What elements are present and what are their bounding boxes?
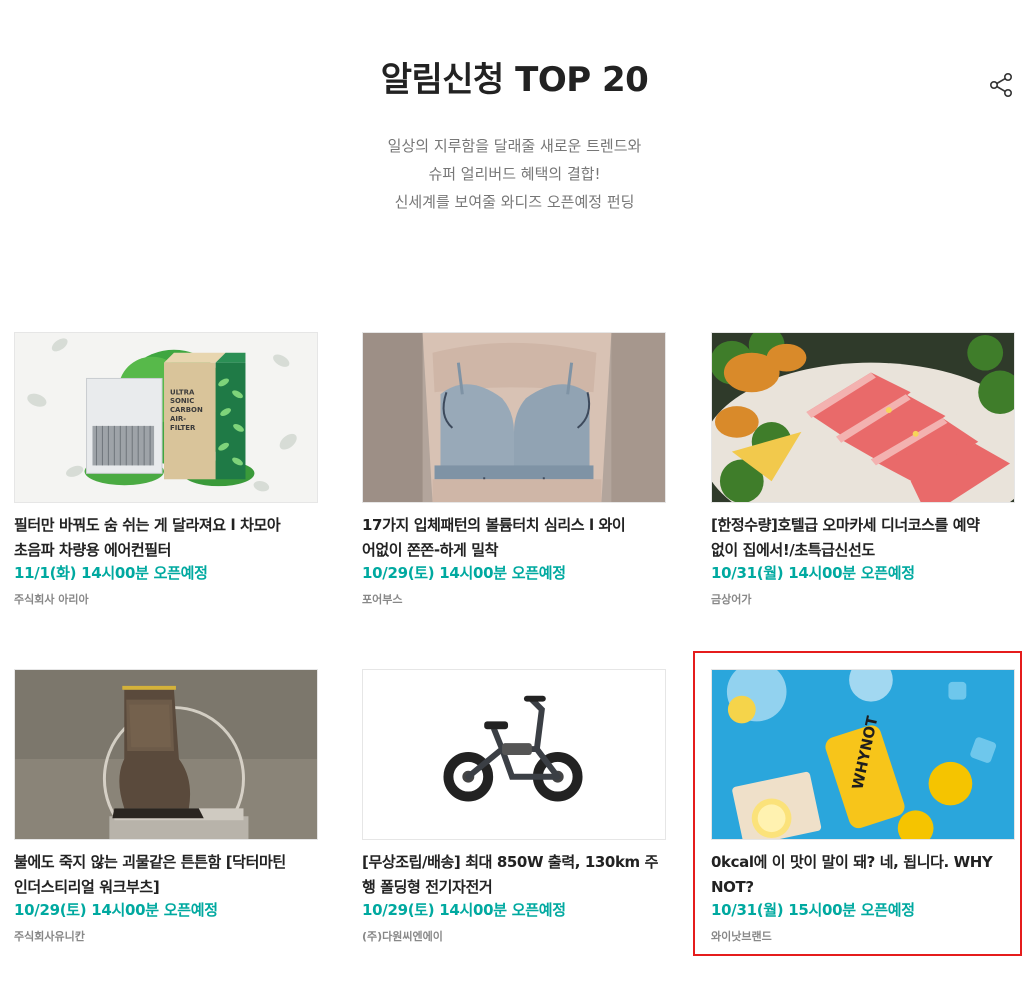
product-label-text: FILTER [170, 424, 196, 432]
funding-card[interactable]: 불에도 죽지 않는 괴물같은 튼튼함 [닥터마틴 인더스티리얼 워크부츠] 10… [14, 669, 318, 949]
card-title-line: 어없이 쫀쫀-하게 밀착 [362, 541, 499, 559]
product-label-text: AIR- [170, 415, 186, 423]
card-title-line: 필터만 바꿔도 숨 쉬는 게 달라져요 l 차모아 [14, 516, 281, 534]
card-title[interactable]: 불에도 죽지 않는 괴물같은 튼튼함 [닥터마틴 인더스티리얼 워크부츠] [14, 850, 318, 900]
open-schedule: 10/29(토) 14시00분 오픈예정 [362, 901, 566, 919]
card-thumbnail[interactable] [362, 332, 666, 503]
maker-name: 포어부스 [362, 593, 403, 606]
open-schedule: 10/29(토) 14시00분 오픈예정 [14, 901, 218, 919]
product-label-text: CARBON [170, 406, 203, 414]
page-header: 알림신청 TOP 20 일상의 지루함을 달래줄 새로운 트렌드와 슈퍼 얼리버… [0, 0, 1029, 260]
maker-name: 와이낫브랜드 [711, 930, 772, 943]
card-thumbnail[interactable]: WHYNOT [711, 669, 1015, 840]
card-title-line: 불에도 죽지 않는 괴물같은 튼튼함 [닥터마틴 [14, 853, 286, 871]
funding-card[interactable]: ULTRA SONIC CARBON AIR- FILTER 필터만 바꿔도 숨… [14, 332, 318, 612]
subtitle-line: 신세계를 보여줄 와디즈 오픈예정 펀딩 [394, 193, 635, 211]
card-title[interactable]: [한정수량]호텔급 오마카세 디너코스를 예약 없이 집에서!/초특급신선도 [711, 513, 1015, 563]
card-thumbnail[interactable] [711, 332, 1015, 503]
maker-name: 주식회사 아리아 [14, 593, 89, 606]
card-title[interactable]: [무상조립/배송] 최대 850W 출력, 130km 주 행 폴딩형 전기자전… [362, 850, 666, 900]
card-title-line: 17가지 입체패턴의 볼륨터치 심리스 l 와이 [362, 516, 626, 534]
funding-card[interactable]: [한정수량]호텔급 오마카세 디너코스를 예약 없이 집에서!/초특급신선도 1… [711, 332, 1015, 612]
subtitle-line: 일상의 지루함을 달래줄 새로운 트렌드와 [387, 137, 642, 155]
card-title-line: 없이 집에서!/초특급신선도 [711, 541, 875, 559]
funding-card[interactable]: WHYNOT 0kcal에 이 맛이 말이 돼? 네, 됩니다. WHY NOT… [711, 669, 1015, 949]
maker-name: (주)다원씨엔에이 [362, 930, 443, 943]
open-schedule: 10/31(월) 14시00분 오픈예정 [711, 564, 915, 582]
open-schedule: 10/29(토) 14시00분 오픈예정 [362, 564, 566, 582]
card-title-line: NOT? [711, 878, 754, 896]
maker-name: 금상어가 [711, 593, 752, 606]
card-thumbnail[interactable] [362, 669, 666, 840]
page-subtitle: 일상의 지루함을 달래줄 새로운 트렌드와 슈퍼 얼리버드 혜택의 결합! 신세… [0, 132, 1029, 216]
card-title[interactable]: 필터만 바꿔도 숨 쉬는 게 달라져요 l 차모아 초음파 차량용 에어컨필터 [14, 513, 318, 563]
share-icon[interactable] [988, 72, 1014, 98]
card-thumbnail[interactable] [14, 669, 318, 840]
card-title-line: 인더스티리얼 워크부츠] [14, 878, 160, 896]
funding-card[interactable]: [무상조립/배송] 최대 850W 출력, 130km 주 행 폴딩형 전기자전… [362, 669, 666, 949]
card-title-line: [한정수량]호텔급 오마카세 디너코스를 예약 [711, 516, 980, 534]
card-title-line: 행 폴딩형 전기자전거 [362, 878, 493, 896]
card-title-line: [무상조립/배송] 최대 850W 출력, 130km 주 [362, 853, 658, 871]
subtitle-line: 슈퍼 얼리버드 혜택의 결합! [428, 165, 601, 183]
maker-name: 주식회사유니칸 [14, 930, 85, 943]
card-title[interactable]: 0kcal에 이 맛이 말이 돼? 네, 됩니다. WHY NOT? [711, 850, 1015, 900]
card-title[interactable]: 17가지 입체패턴의 볼륨터치 심리스 l 와이 어없이 쫀쫀-하게 밀착 [362, 513, 666, 563]
product-label-text: SONIC [170, 397, 194, 405]
open-schedule: 11/1(화) 14시00분 오픈예정 [14, 564, 208, 582]
card-title-line: 0kcal에 이 맛이 말이 돼? 네, 됩니다. WHY [711, 853, 993, 871]
page-title: 알림신청 TOP 20 [380, 60, 649, 100]
open-schedule: 10/31(월) 15시00분 오픈예정 [711, 901, 915, 919]
product-label-text: ULTRA [170, 388, 195, 396]
funding-card[interactable]: 17가지 입체패턴의 볼륨터치 심리스 l 와이 어없이 쫀쫀-하게 밀착 10… [362, 332, 666, 612]
card-thumbnail[interactable]: ULTRA SONIC CARBON AIR- FILTER [14, 332, 318, 503]
card-title-line: 초음파 차량용 에어컨필터 [14, 541, 172, 559]
